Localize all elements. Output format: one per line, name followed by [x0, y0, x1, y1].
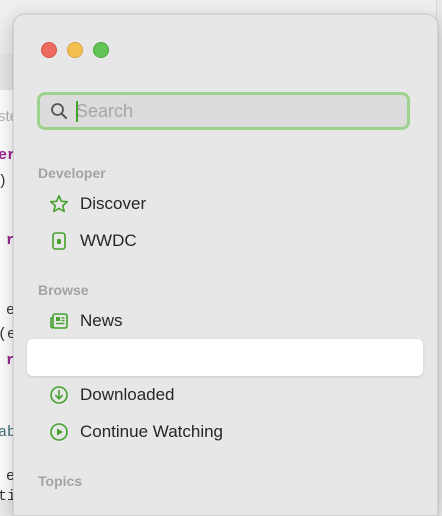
play-circle-icon	[48, 421, 70, 443]
wwdc-icon	[48, 230, 70, 252]
background-tab	[0, 54, 14, 90]
sidebar-window: Developer Discover WWDC Browse	[13, 14, 438, 516]
sidebar-item-label: WWDC	[80, 231, 137, 250]
download-circle-icon	[48, 384, 70, 406]
search-input[interactable]	[76, 99, 396, 123]
newspaper-icon	[48, 310, 70, 332]
sidebar-item-wwdc[interactable]: WWDC	[38, 226, 408, 256]
section-header-developer: Developer	[38, 165, 106, 181]
sidebar-item-selected[interactable]	[27, 339, 423, 376]
section-header-topics: Topics	[38, 473, 83, 489]
sidebar-item-continue-watching[interactable]: Continue Watching	[38, 417, 408, 447]
close-window-button[interactable]	[41, 42, 57, 58]
background-fragment: )	[0, 173, 7, 190]
sidebar-item-news[interactable]: News	[38, 306, 408, 336]
text-caret	[76, 101, 78, 122]
sidebar-item-label: Continue Watching	[80, 422, 224, 441]
sidebar-item-downloaded[interactable]: Downloaded	[38, 380, 408, 410]
sidebar-item-label: Discover	[80, 194, 147, 213]
star-icon	[48, 193, 70, 215]
search-field[interactable]	[37, 92, 410, 130]
zoom-window-button[interactable]	[93, 42, 109, 58]
sidebar-item-label: News	[80, 311, 123, 330]
section-header-browse: Browse	[38, 282, 89, 298]
sidebar-item-label: Downloaded	[80, 385, 175, 404]
search-icon	[51, 103, 67, 119]
minimize-window-button[interactable]	[67, 42, 83, 58]
sidebar-item-discover[interactable]: Discover	[38, 189, 408, 219]
